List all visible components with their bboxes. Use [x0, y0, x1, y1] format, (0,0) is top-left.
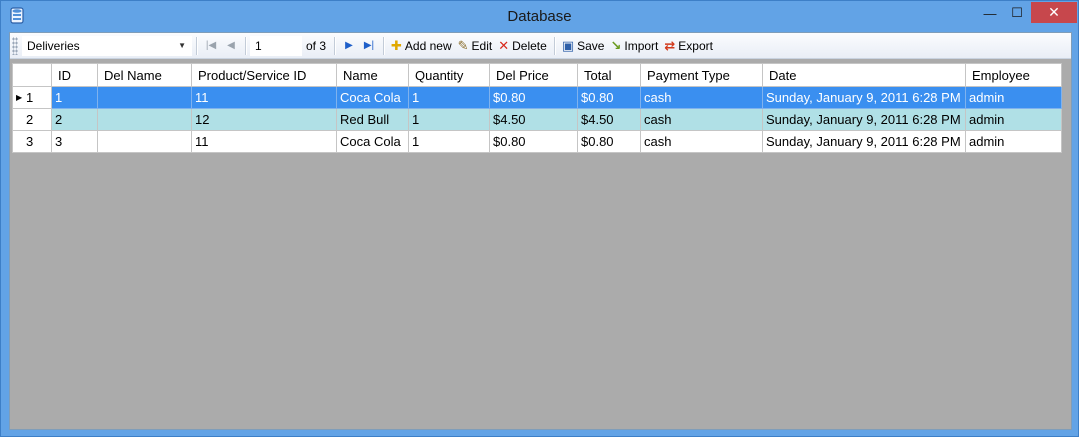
table-cell[interactable]: Coca Cola [336, 86, 409, 109]
position-input[interactable] [250, 35, 302, 56]
edit-label: Edit [471, 38, 493, 53]
toolbar-separator [553, 36, 555, 55]
last-record-icon: ▶| [363, 40, 375, 51]
window-title: Database [507, 8, 572, 25]
table-cell[interactable]: Sunday, January 9, 2011 6:28 PM [762, 130, 966, 153]
add-new-button[interactable]: ✚ Add new [388, 35, 455, 57]
table-cell[interactable]: $0.80 [489, 86, 578, 109]
row-number: 1 [26, 90, 34, 105]
table-row[interactable]: 2 2 12 Red Bull 1 $4.50 $4.50 cash Sunda… [12, 108, 1062, 131]
table-cell[interactable]: admin [965, 108, 1062, 131]
row-number: 3 [26, 134, 34, 149]
next-record-button[interactable]: ▶ [339, 36, 359, 56]
table-cell[interactable] [97, 130, 192, 153]
row-header[interactable]: 3 [12, 130, 52, 153]
edit-button[interactable]: ✎ Edit [455, 35, 496, 57]
header-row: ID Del Name Product/Service ID Name Quan… [12, 63, 1062, 87]
toolbar-separator [245, 36, 246, 55]
table-cell[interactable]: 1 [408, 130, 490, 153]
chevron-down-icon: ▼ [178, 41, 186, 50]
column-header[interactable]: Total [577, 63, 641, 87]
delete-label: Delete [512, 38, 547, 53]
save-icon: ▣ [561, 37, 575, 53]
export-icon: ⇄ [664, 37, 676, 53]
table-cell[interactable]: Red Bull [336, 108, 409, 131]
toolbar-separator [383, 36, 385, 55]
column-header[interactable]: Del Price [489, 63, 578, 87]
previous-record-icon: ◀ [227, 40, 235, 51]
import-label: Import [624, 38, 659, 53]
table-cell[interactable]: 11 [191, 130, 337, 153]
previous-record-button[interactable]: ◀ [221, 36, 241, 56]
table-cell[interactable]: 11 [191, 86, 337, 109]
maximize-button[interactable]: ☐ [1004, 2, 1030, 24]
export-button[interactable]: ⇄ Export [661, 35, 716, 57]
corner-header-cell[interactable] [12, 63, 52, 87]
column-header[interactable]: Quantity [408, 63, 490, 87]
table-row[interactable]: 3 3 11 Coca Cola 1 $0.80 $0.80 cash Sund… [12, 130, 1062, 153]
table-cell[interactable]: Coca Cola [336, 130, 409, 153]
close-button[interactable]: ✕ [1031, 2, 1077, 23]
column-header[interactable]: Name [336, 63, 409, 87]
last-record-button[interactable]: ▶| [359, 36, 379, 56]
column-header[interactable]: Del Name [97, 63, 192, 87]
minimize-button[interactable]: — [976, 2, 1004, 24]
table-cell[interactable]: Sunday, January 9, 2011 6:28 PM [762, 86, 966, 109]
import-icon: ↘ [610, 37, 622, 53]
client-area: Deliveries ▼ |◀ ◀ of 3 ▶ ▶| ✚ Add [9, 32, 1072, 430]
row-header[interactable]: ▶ 1 [12, 86, 52, 109]
save-label: Save [577, 38, 605, 53]
table-cell[interactable]: $0.80 [489, 130, 578, 153]
first-record-icon: |◀ [205, 40, 217, 51]
table-cell[interactable]: admin [965, 86, 1062, 109]
table-cell[interactable]: 1 [51, 86, 98, 109]
toolbar-separator [334, 36, 336, 55]
navigator-toolbar: Deliveries ▼ |◀ ◀ of 3 ▶ ▶| ✚ Add [10, 33, 1071, 59]
delete-button[interactable]: ✕ Delete [495, 35, 550, 57]
table-selector-dropdown[interactable]: Deliveries ▼ [22, 35, 192, 56]
table-cell[interactable]: 12 [191, 108, 337, 131]
column-header[interactable]: Employee [965, 63, 1062, 87]
next-record-icon: ▶ [345, 40, 353, 51]
database-window: Database — ☐ ✕ Deliveries ▼ |◀ ◀ of 3 ▶ [0, 0, 1079, 437]
table-cell[interactable]: $4.50 [577, 108, 641, 131]
table-cell[interactable]: 1 [408, 108, 490, 131]
column-header[interactable]: ID [51, 63, 98, 87]
table-cell[interactable]: $0.80 [577, 86, 641, 109]
row-number: 2 [26, 112, 34, 127]
title-bar[interactable]: Database — ☐ ✕ [1, 1, 1078, 32]
table-cell[interactable]: Sunday, January 9, 2011 6:28 PM [762, 108, 966, 131]
add-new-label: Add new [404, 38, 452, 53]
delete-icon: ✕ [498, 37, 510, 53]
column-header[interactable]: Product/Service ID [191, 63, 337, 87]
toolbar-grip[interactable] [12, 36, 18, 55]
table-cell[interactable]: $4.50 [489, 108, 578, 131]
table-cell[interactable] [97, 86, 192, 109]
toolbar-separator [196, 36, 197, 55]
table-cell[interactable]: admin [965, 130, 1062, 153]
edit-icon: ✎ [457, 37, 469, 53]
record-count-label: of 3 [306, 38, 327, 53]
table-selector-value: Deliveries [27, 38, 80, 53]
table-cell[interactable]: 3 [51, 130, 98, 153]
save-button[interactable]: ▣ Save [559, 35, 608, 57]
current-row-icon: ▶ [16, 93, 23, 102]
table-cell[interactable]: 2 [51, 108, 98, 131]
table-cell[interactable]: 1 [408, 86, 490, 109]
column-header[interactable]: Payment Type [640, 63, 763, 87]
table-cell[interactable]: cash [640, 108, 763, 131]
table-cell[interactable]: cash [640, 86, 763, 109]
table-cell[interactable]: $0.80 [577, 130, 641, 153]
table-cell[interactable] [97, 108, 192, 131]
row-header[interactable]: 2 [12, 108, 52, 131]
table-cell[interactable]: cash [640, 130, 763, 153]
column-header[interactable]: Date [762, 63, 966, 87]
data-grid[interactable]: ID Del Name Product/Service ID Name Quan… [12, 63, 1062, 153]
add-icon: ✚ [391, 37, 402, 53]
import-button[interactable]: ↘ Import [607, 35, 661, 57]
export-label: Export [678, 38, 713, 53]
table-row[interactable]: ▶ 1 1 11 Coca Cola 1 $0.80 $0.80 cash Sun… [12, 86, 1062, 109]
first-record-button[interactable]: |◀ [201, 36, 221, 56]
